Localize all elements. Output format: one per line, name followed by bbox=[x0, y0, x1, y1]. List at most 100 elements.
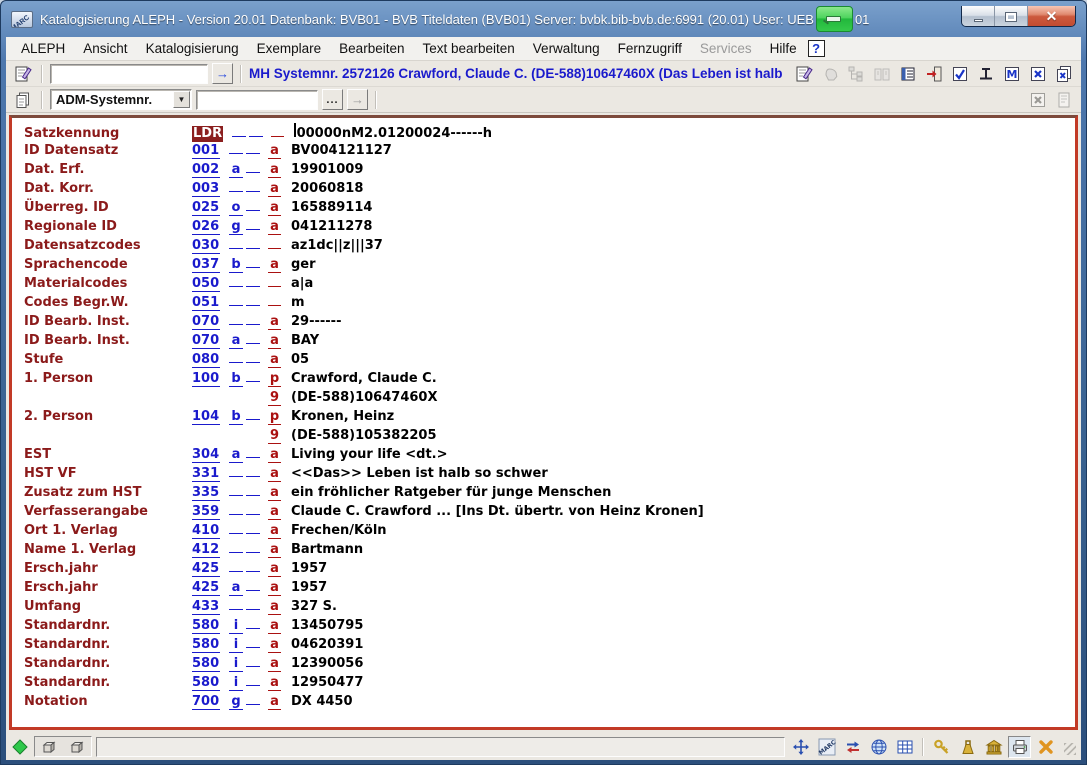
field-tag[interactable]: 359 bbox=[192, 504, 220, 520]
field-value[interactable]: 19901009 bbox=[291, 161, 363, 178]
field-value[interactable]: Claude C. Crawford ... [Ins Dt. übertr. … bbox=[291, 503, 704, 520]
subfield-code[interactable]: a bbox=[268, 181, 281, 197]
indicator-2[interactable] bbox=[249, 136, 263, 137]
indicator-1[interactable]: i bbox=[229, 675, 243, 691]
subfield-code[interactable]: a bbox=[268, 200, 281, 216]
move-arrows-icon[interactable] bbox=[789, 736, 812, 758]
field-tag[interactable]: 412 bbox=[192, 542, 220, 558]
subfield-code[interactable]: a bbox=[268, 656, 281, 672]
field-value[interactable]: 1957 bbox=[291, 579, 327, 596]
indicator-1[interactable] bbox=[229, 362, 243, 363]
indicator-2[interactable] bbox=[246, 533, 260, 534]
indicator-1[interactable] bbox=[229, 495, 243, 496]
indicator-1[interactable]: g bbox=[229, 219, 243, 235]
indicator-1[interactable] bbox=[229, 286, 243, 287]
menu-text-bearbeiten[interactable]: Text bearbeiten bbox=[413, 38, 523, 59]
subfield-code[interactable] bbox=[271, 136, 284, 137]
swap-arrows-icon[interactable] bbox=[841, 736, 864, 758]
indicator-1[interactable] bbox=[232, 136, 246, 137]
field-tag[interactable]: 410 bbox=[192, 523, 220, 539]
menu-katalogisierung[interactable]: Katalogisierung bbox=[137, 38, 248, 59]
subfield-code[interactable]: a bbox=[268, 542, 281, 558]
indicator-1[interactable] bbox=[229, 153, 243, 154]
tag-editor-icon[interactable] bbox=[974, 63, 997, 85]
weights-icon[interactable] bbox=[956, 736, 979, 758]
check-record-icon[interactable] bbox=[948, 63, 971, 85]
record-list-icon[interactable] bbox=[896, 63, 919, 85]
indicator-1[interactable]: b bbox=[229, 371, 243, 387]
field-value[interactable]: 041211278 bbox=[291, 218, 372, 235]
menu-exemplare[interactable]: Exemplare bbox=[248, 38, 331, 59]
field-tag[interactable]: 037 bbox=[192, 257, 220, 273]
subfield-code[interactable]: a bbox=[268, 618, 281, 634]
field-value[interactable]: Living your life <dt.> bbox=[291, 446, 448, 463]
field-value[interactable]: 00000nM2.01200024------h bbox=[294, 123, 492, 142]
indicator-1[interactable] bbox=[229, 191, 243, 192]
indicator-2[interactable] bbox=[246, 324, 260, 325]
indicator-2[interactable] bbox=[246, 666, 260, 667]
field-tag[interactable]: 580 bbox=[192, 656, 220, 672]
bank-building-icon[interactable] bbox=[982, 736, 1005, 758]
resize-grip[interactable] bbox=[1061, 737, 1077, 757]
field-value[interactable]: a|a bbox=[291, 275, 313, 292]
subfield-code[interactable]: a bbox=[268, 599, 281, 615]
titlebar[interactable]: MARC Katalogisierung ALEPH - Version 20.… bbox=[1, 1, 1086, 37]
subfield-code[interactable]: 9 bbox=[268, 428, 281, 444]
indicator-1[interactable] bbox=[229, 248, 243, 249]
field-tag[interactable]: 051 bbox=[192, 295, 220, 311]
server-cubes-box[interactable] bbox=[34, 736, 92, 757]
subfield-code[interactable]: a bbox=[268, 314, 281, 330]
field-tag[interactable]: 100 bbox=[192, 371, 220, 387]
field-tag[interactable]: 070 bbox=[192, 333, 220, 349]
close-all-records-icon[interactable] bbox=[1052, 63, 1075, 85]
field-tag[interactable]: 050 bbox=[192, 276, 220, 292]
subfield-code[interactable]: a bbox=[268, 143, 281, 159]
indicator-1[interactable] bbox=[229, 324, 243, 325]
subfield-code[interactable]: a bbox=[268, 580, 281, 596]
indicator-1[interactable]: a bbox=[229, 580, 243, 596]
field-value[interactable]: 327 S. bbox=[291, 598, 337, 615]
field-tag[interactable]: 425 bbox=[192, 561, 220, 577]
indicator-2[interactable] bbox=[246, 191, 260, 192]
subfield-code[interactable]: a bbox=[268, 257, 281, 273]
menu-hilfe[interactable]: Hilfe bbox=[761, 38, 806, 59]
edit-record-lead-icon[interactable] bbox=[12, 63, 34, 85]
indicator-2[interactable] bbox=[246, 704, 260, 705]
subfield-code[interactable]: a bbox=[268, 675, 281, 691]
field-tag[interactable]: 030 bbox=[192, 238, 220, 254]
field-value[interactable]: (DE-588)105382205 bbox=[291, 427, 437, 444]
indicator-2[interactable] bbox=[246, 248, 260, 249]
subfield-code[interactable]: 9 bbox=[268, 390, 281, 406]
maximize-button[interactable] bbox=[995, 6, 1028, 27]
go-button[interactable]: → bbox=[212, 63, 233, 84]
indicator-1[interactable] bbox=[229, 552, 243, 553]
indicator-2[interactable] bbox=[246, 609, 260, 610]
field-value[interactable]: ein fröhlicher Ratgeber für junge Mensch… bbox=[291, 484, 611, 501]
field-value[interactable]: <<Das>> Leben ist halb so schwer bbox=[291, 465, 548, 482]
indicator-2[interactable] bbox=[246, 628, 260, 629]
field-value[interactable]: 29------ bbox=[291, 313, 341, 330]
indicator-2[interactable] bbox=[246, 476, 260, 477]
subfield-code[interactable]: a bbox=[268, 219, 281, 235]
field-tag[interactable]: 580 bbox=[192, 675, 220, 691]
indicator-1[interactable]: a bbox=[229, 447, 243, 463]
subfield-code[interactable]: a bbox=[268, 447, 281, 463]
chevron-down-icon[interactable]: ▼ bbox=[173, 91, 190, 108]
field-value[interactable]: m bbox=[291, 294, 305, 311]
indicator-2[interactable] bbox=[246, 381, 260, 382]
subfield-code[interactable]: a bbox=[268, 333, 281, 349]
field-tag[interactable]: 070 bbox=[192, 314, 220, 330]
close-record-icon[interactable] bbox=[1026, 63, 1049, 85]
indicator-2[interactable] bbox=[246, 229, 260, 230]
field-value[interactable]: Kronen, Heinz bbox=[291, 408, 394, 425]
indicator-1[interactable]: i bbox=[229, 656, 243, 672]
indicator-2[interactable] bbox=[246, 210, 260, 211]
field-value[interactable]: 1957 bbox=[291, 560, 327, 577]
field-value[interactable]: ger bbox=[291, 256, 316, 273]
menu-verwaltung[interactable]: Verwaltung bbox=[524, 38, 609, 59]
field-tag[interactable]: 002 bbox=[192, 162, 220, 178]
field-tag[interactable]: 580 bbox=[192, 637, 220, 653]
indicator-2[interactable] bbox=[246, 495, 260, 496]
field-tag[interactable]: 331 bbox=[192, 466, 220, 482]
subfield-code[interactable]: a bbox=[268, 694, 281, 710]
